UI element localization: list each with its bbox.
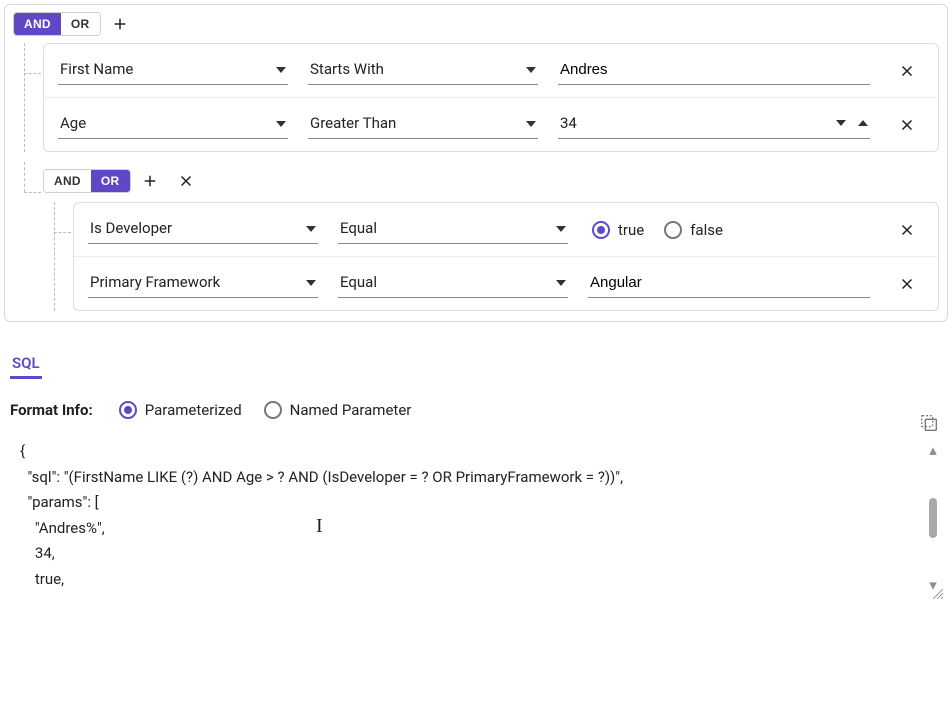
condition-row: Is Developer Equal	[74, 203, 938, 257]
operator-value: Starts With	[310, 60, 384, 78]
chevron-down-icon	[526, 121, 536, 127]
rules-block: First Name Starts With Age	[43, 43, 939, 152]
remove-condition-button[interactable]	[890, 271, 924, 297]
chevron-down-icon	[306, 226, 316, 232]
copy-icon[interactable]	[918, 412, 940, 434]
bool-true-radio[interactable]: true	[592, 221, 644, 239]
remove-condition-button[interactable]	[890, 58, 924, 84]
text-cursor-icon: I	[316, 515, 323, 538]
radio-icon	[119, 401, 137, 419]
close-icon	[177, 172, 195, 190]
value-input-boolean: true false	[588, 221, 870, 239]
plus-icon	[111, 15, 129, 33]
field-select-is-developer[interactable]: Is Developer	[88, 215, 318, 244]
scrollbar[interactable]: ▴ ▾	[924, 437, 942, 594]
scroll-up-icon[interactable]: ▴	[929, 441, 937, 459]
format-named-parameter-radio[interactable]: Named Parameter	[264, 401, 412, 419]
condition-row: Primary Framework Equal	[74, 257, 938, 310]
radio-icon	[664, 221, 682, 239]
operator-select-starts-with[interactable]: Starts With	[308, 56, 538, 85]
operator-select-equal[interactable]: Equal	[338, 269, 568, 298]
nested-remove-group-button[interactable]	[169, 168, 203, 194]
value-input-text[interactable]	[558, 57, 870, 85]
remove-condition-button[interactable]	[890, 112, 924, 138]
operator-value: Greater Than	[310, 114, 396, 132]
close-icon	[898, 221, 916, 239]
operator-select-equal[interactable]: Equal	[338, 215, 568, 244]
bool-false-label: false	[690, 221, 723, 239]
remove-condition-button[interactable]	[890, 217, 924, 243]
root-or-button[interactable]: OR	[61, 13, 100, 35]
operator-select-greater-than[interactable]: Greater Than	[308, 110, 538, 139]
value-input-text[interactable]	[588, 270, 870, 298]
scroll-thumb[interactable]	[929, 498, 937, 538]
operator-value: Equal	[340, 219, 377, 237]
chevron-down-icon	[526, 67, 536, 73]
chevron-down-icon	[276, 121, 286, 127]
nested-operator-toggle: AND OR	[43, 169, 131, 193]
root-group-header: AND OR	[13, 11, 939, 37]
output-tab-sql[interactable]: SQL	[10, 350, 42, 379]
root-operator-toggle: AND OR	[13, 12, 101, 36]
format-named-label: Named Parameter	[290, 401, 412, 419]
field-select-age[interactable]: Age	[58, 110, 288, 139]
operator-value: Equal	[340, 273, 377, 291]
nested-group-header: AND OR	[43, 168, 939, 194]
field-value: Age	[60, 114, 86, 132]
field-value: Primary Framework	[90, 273, 220, 291]
field-select-primary-framework[interactable]: Primary Framework	[88, 269, 318, 298]
rules-block: Is Developer Equal	[73, 202, 939, 311]
format-info-label: Format Info:	[10, 401, 93, 419]
value-input-number[interactable]: 34	[558, 110, 870, 139]
nested-and-button[interactable]: AND	[44, 170, 91, 192]
close-icon	[898, 275, 916, 293]
plus-icon	[141, 172, 159, 190]
tree-connector	[13, 162, 43, 311]
condition-row: First Name Starts With	[44, 44, 938, 98]
tree-connector	[43, 202, 73, 311]
format-parameterized-radio[interactable]: Parameterized	[119, 401, 242, 419]
bool-false-radio[interactable]: false	[664, 221, 723, 239]
number-value: 34	[560, 114, 824, 132]
resize-handle-icon[interactable]	[928, 584, 944, 600]
field-value: Is Developer	[90, 219, 172, 237]
radio-icon	[592, 221, 610, 239]
field-value: First Name	[60, 60, 133, 78]
root-and-button[interactable]: AND	[14, 13, 61, 35]
nested-or-button[interactable]: OR	[91, 170, 130, 192]
bool-true-label: true	[618, 221, 644, 239]
chevron-down-icon	[306, 280, 316, 286]
spinner-up-icon[interactable]	[858, 120, 868, 126]
sql-output-code[interactable]: { "sql": "(FirstName LIKE (?) AND Age > …	[10, 437, 916, 594]
output-section: SQL Format Info: Parameterized Named Par…	[4, 350, 948, 594]
spinner-down-icon[interactable]	[836, 120, 846, 126]
format-parameterized-label: Parameterized	[145, 401, 242, 419]
nested-group: AND OR	[43, 162, 939, 311]
close-icon	[898, 116, 916, 134]
chevron-down-icon	[556, 226, 566, 232]
field-select-first-name[interactable]: First Name	[58, 56, 288, 85]
tree-connector	[13, 43, 43, 152]
radio-icon	[264, 401, 282, 419]
chevron-down-icon	[276, 67, 286, 73]
nested-add-button[interactable]	[133, 168, 167, 194]
query-builder-root: AND OR First Name Starts With	[4, 4, 948, 322]
root-add-button[interactable]	[103, 11, 137, 37]
code-output-wrap: { "sql": "(FirstName LIKE (?) AND Age > …	[10, 437, 942, 594]
close-icon	[898, 62, 916, 80]
format-info-row: Format Info: Parameterized Named Paramet…	[10, 401, 942, 419]
chevron-down-icon	[556, 280, 566, 286]
condition-row: Age Greater Than 34	[44, 98, 938, 151]
